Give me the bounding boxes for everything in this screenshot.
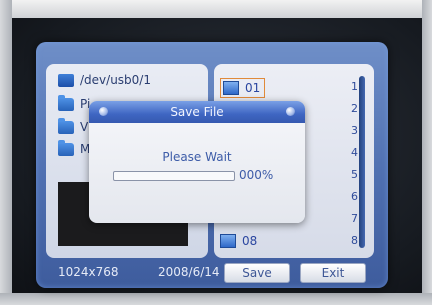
page-number: 5 bbox=[351, 168, 358, 181]
file-label: 08 bbox=[242, 234, 258, 248]
page-number: 7 bbox=[351, 212, 358, 225]
monitor-bezel-right bbox=[422, 0, 432, 305]
date-label: 2008/6/14 bbox=[158, 265, 220, 279]
corner-knob-icon bbox=[99, 107, 108, 116]
folder-icon bbox=[58, 139, 74, 156]
usb-drive-icon bbox=[58, 73, 74, 87]
folder-label: V bbox=[80, 120, 89, 134]
corner-knob-icon bbox=[286, 107, 295, 116]
folder-item[interactable]: V bbox=[58, 117, 89, 135]
save-progress-bar bbox=[113, 171, 235, 181]
file-label: 01 bbox=[245, 81, 261, 95]
page-number: 8 bbox=[351, 234, 358, 247]
page-number: 4 bbox=[351, 146, 358, 159]
monitor-bezel-left bbox=[0, 0, 12, 305]
exit-button[interactable]: Exit bbox=[300, 263, 366, 283]
file-item-selected[interactable]: 01 bbox=[220, 78, 266, 98]
image-file-icon bbox=[220, 234, 236, 248]
page-number: 2 bbox=[351, 102, 358, 115]
path-row[interactable]: /dev/usb0/1 bbox=[58, 71, 151, 89]
folder-item[interactable]: M bbox=[58, 139, 90, 157]
image-file-icon bbox=[223, 81, 239, 95]
resolution-label: 1024x768 bbox=[58, 265, 119, 279]
monitor-bezel-bottom bbox=[0, 293, 432, 305]
dialog-title: Save File bbox=[170, 105, 224, 119]
save-button[interactable]: Save bbox=[224, 263, 290, 283]
page-number: 3 bbox=[351, 124, 358, 137]
folder-icon bbox=[58, 94, 74, 111]
file-item[interactable]: 08 bbox=[220, 232, 257, 250]
folder-icon bbox=[58, 117, 74, 134]
path-label: /dev/usb0/1 bbox=[80, 73, 151, 87]
dialog-message: Please Wait bbox=[162, 150, 232, 164]
page-number-column: 1 2 3 4 5 6 7 8 bbox=[334, 76, 358, 252]
progress-percent: 000% bbox=[239, 168, 274, 182]
monitor-bezel-top bbox=[0, 0, 432, 18]
save-file-dialog: Save File Please Wait 000% bbox=[89, 101, 305, 223]
page-number: 1 bbox=[351, 80, 358, 93]
file-list-scrollbar[interactable] bbox=[359, 76, 365, 248]
dialog-title-bar: Save File bbox=[89, 101, 305, 123]
page-number: 6 bbox=[351, 190, 358, 203]
